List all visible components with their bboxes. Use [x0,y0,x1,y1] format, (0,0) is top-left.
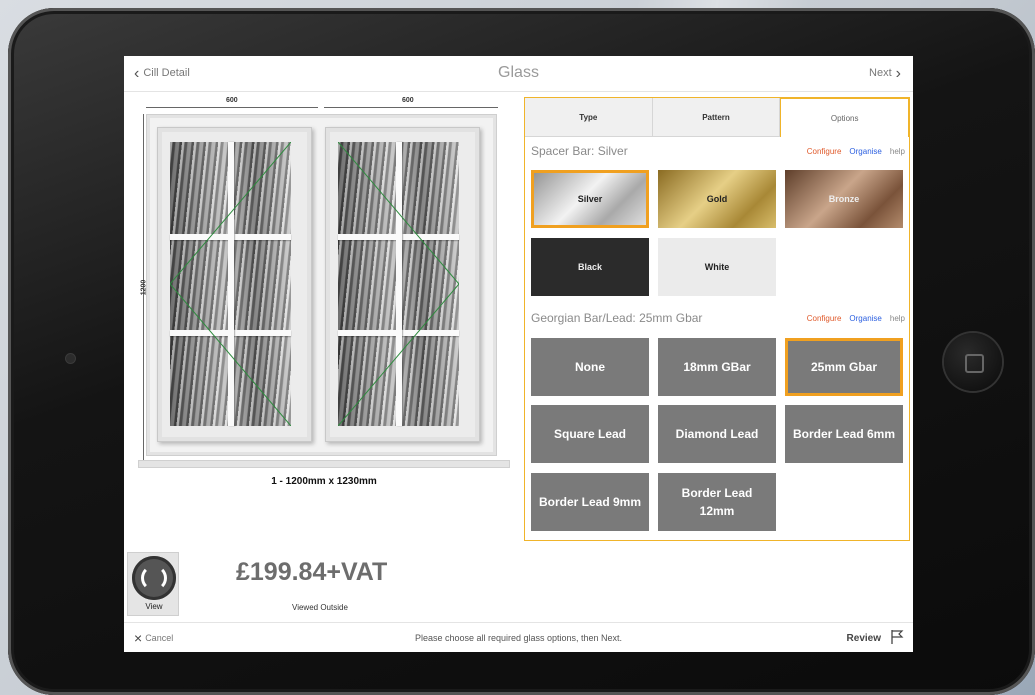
georgian-option-border-lead-6mm[interactable]: Border Lead 6mm [785,405,903,463]
configure-link[interactable]: Configure [807,147,842,156]
glass-pane [338,142,459,426]
dimension-line [324,107,498,108]
left-sash [157,127,312,442]
width-dimension: 600 600 [146,97,498,111]
rotate-view-icon [132,556,176,600]
options-panel: Type Pattern Options Spacer Bar: Silver … [524,97,910,541]
organise-link[interactable]: Organise [849,147,881,156]
help-link[interactable]: help [890,314,905,323]
georgian-option-diamond-lead[interactable]: Diamond Lead [658,405,776,463]
header-bar: ‹ Cill Detail Glass Next › [124,56,913,92]
next-label: Next [869,67,892,79]
georgian-option-18mm-gbar[interactable]: 18mm GBar [658,338,776,396]
window-size-label: 1 - 1200mm x 1230mm [271,476,377,487]
flag-icon[interactable] [889,629,905,645]
help-link[interactable]: help [890,147,905,156]
georgian-bar-title: Georgian Bar/Lead: 25mm Gbar [531,311,703,325]
spacer-option-bronze[interactable]: Bronze [785,170,903,228]
georgian-option-square-lead[interactable]: Square Lead [531,405,649,463]
dimension-line [146,107,318,108]
spacer-bar-title: Spacer Bar: Silver [531,144,628,158]
georgian-option-border-lead-9mm[interactable]: Border Lead 9mm [531,473,649,531]
spacer-option-gold[interactable]: Gold [658,170,776,228]
footer-bar: × Cancel Please choose all required glas… [124,622,913,652]
app-screen: ‹ Cill Detail Glass Next › 600 600 1200 [124,56,913,652]
camera [66,354,75,363]
viewed-outside-label: Viewed Outside [292,603,348,612]
opening-indicator [338,142,459,426]
window-drawing [146,114,497,456]
next-button[interactable]: Next › [869,64,901,82]
page-title: Glass [498,64,539,81]
configure-link[interactable]: Configure [807,314,842,323]
review-button[interactable]: Review [847,633,881,644]
width-right-label: 600 [402,97,414,104]
georgian-bar-header: Georgian Bar/Lead: 25mm Gbar Configure O… [531,311,905,325]
glass-pane [170,142,291,426]
tab-bar: Type Pattern Options [525,98,910,137]
width-left-label: 600 [226,97,238,104]
section-links: Configure Organise help [807,147,905,156]
view-label: View [145,602,163,611]
price-display: £199.84+VAT [236,558,388,586]
opening-indicator [170,142,291,426]
window-sill [138,460,510,468]
chevron-right-icon: › [895,64,901,82]
georgian-option-25mm-gbar[interactable]: 25mm Gbar [785,338,903,396]
georgian-option-border-lead-12mm[interactable]: Border Lead 12mm [658,473,776,531]
tab-pattern[interactable]: Pattern [652,98,781,137]
view-toggle-button[interactable]: View [127,552,179,616]
instruction-text: Please choose all required glass options… [414,633,623,643]
spacer-option-silver[interactable]: Silver [531,170,649,228]
spacer-option-white[interactable]: White [658,238,776,296]
georgian-option-none[interactable]: None [531,338,649,396]
spacer-option-black[interactable]: Black [531,238,649,296]
organise-link[interactable]: Organise [849,314,881,323]
home-button[interactable] [944,333,1002,391]
section-links: Configure Organise help [807,314,905,323]
tab-options[interactable]: Options [780,98,910,137]
tab-type[interactable]: Type [525,98,653,137]
spacer-bar-header: Spacer Bar: Silver Configure Organise he… [531,144,905,158]
right-sash [325,127,480,442]
